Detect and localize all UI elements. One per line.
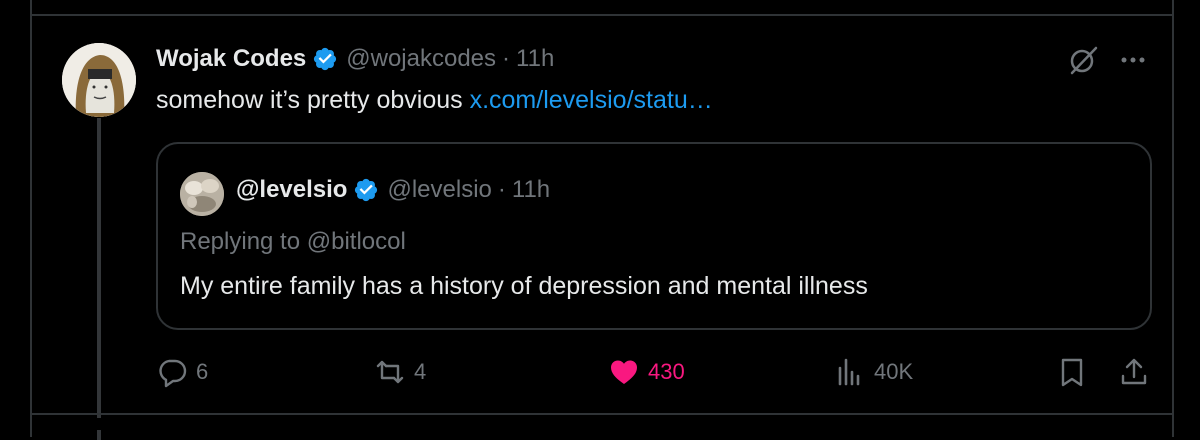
reply-icon	[159, 359, 187, 388]
action-bar: 6 4 430 40K	[156, 356, 1152, 392]
share-button[interactable]	[1118, 356, 1150, 388]
bookmark-button[interactable]	[1056, 356, 1088, 388]
share-icon	[1121, 358, 1147, 385]
repost-icon	[376, 360, 404, 384]
tweet-text: somehow it’s pretty obvious x.com/levels…	[156, 86, 713, 115]
quote-author-handle[interactable]: @levelsio	[387, 176, 491, 204]
tweet-link[interactable]: x.com/levelsio/statu…	[470, 86, 713, 114]
author-handle[interactable]: @wojakcodes	[346, 45, 496, 73]
separator: ·	[502, 45, 511, 72]
repost-button[interactable]: 4	[374, 356, 426, 388]
quote-author-name[interactable]: @levelsio	[236, 176, 347, 204]
separator: ·	[497, 176, 506, 203]
repost-count: 4	[414, 359, 427, 384]
like-count: 430	[648, 359, 685, 384]
quote-tweet[interactable]: @levelsio @levelsio · 11h Replying to @b…	[156, 142, 1152, 330]
reply-count: 6	[196, 359, 209, 384]
quote-avatar-image	[180, 172, 224, 216]
quote-timestamp[interactable]: 11h	[512, 176, 550, 204]
more-icon[interactable]	[1118, 46, 1148, 74]
timestamp[interactable]: 11h	[516, 45, 554, 73]
quote-text: My entire family has a history of depres…	[180, 272, 868, 300]
thread-line	[97, 430, 101, 440]
thread-line	[97, 118, 101, 418]
avatar[interactable]	[62, 43, 136, 117]
avatar-image	[62, 43, 136, 117]
tweet-header: Wojak Codes @wojakcodes · 11h	[156, 42, 554, 76]
views-count: 40K	[874, 359, 914, 384]
bookmark-icon	[1061, 358, 1083, 387]
verified-badge-icon	[355, 178, 378, 202]
grok-icon[interactable]	[1066, 43, 1100, 77]
author-name[interactable]: Wojak Codes	[156, 45, 306, 73]
quote-avatar[interactable]	[180, 172, 224, 216]
divider	[30, 14, 1174, 16]
views-button[interactable]: 40K	[834, 356, 913, 388]
quote-header: @levelsio @levelsio · 11h	[236, 176, 550, 204]
verified-badge-icon	[314, 47, 337, 71]
replying-to: Replying to @bitlocol	[180, 228, 406, 255]
heart-icon	[611, 360, 637, 384]
divider	[30, 413, 1174, 415]
views-icon	[838, 358, 860, 386]
reply-button[interactable]: 6	[156, 356, 208, 388]
tweet-body: somehow it’s pretty obvious	[156, 86, 470, 114]
like-button[interactable]: 430	[608, 356, 685, 388]
